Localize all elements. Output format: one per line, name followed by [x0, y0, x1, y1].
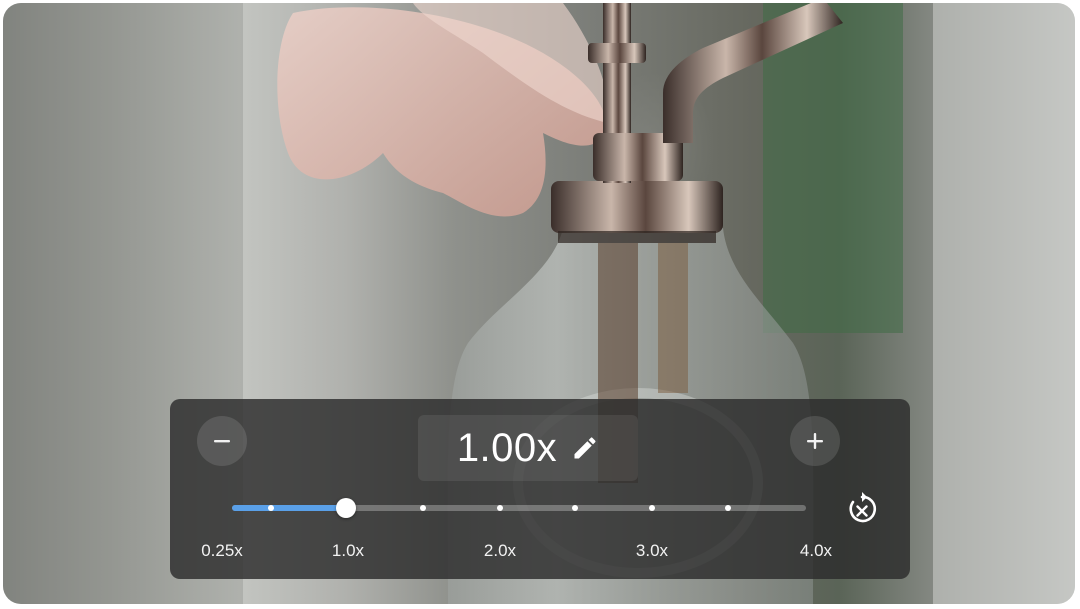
speed-slider-tick [497, 505, 503, 511]
playback-speed-panel: 1.00x 0.25x 1.0x 2.0x 3.0x 4.0x [170, 399, 910, 579]
speed-value-display[interactable]: 1.00x [418, 415, 638, 481]
scale-label-min: 0.25x [201, 541, 243, 560]
reset-speed-button[interactable] [842, 489, 882, 529]
speed-slider-tick [572, 505, 578, 511]
speed-slider-tick [420, 505, 426, 511]
speed-slider-tick [725, 505, 731, 511]
speed-slider-fill [232, 505, 346, 511]
speed-slider-tick [268, 505, 274, 511]
scale-label-1x: 1.0x [331, 541, 365, 560]
plus-icon [807, 433, 823, 449]
pencil-icon[interactable] [571, 434, 599, 462]
reset-speed-icon [849, 492, 877, 523]
speed-value-text: 1.00x [456, 425, 558, 470]
minus-icon [214, 440, 230, 443]
scale-label-max: 4.0x [799, 541, 833, 560]
scale-label-3x: 3.0x [635, 541, 669, 560]
scale-label-2x: 2.0x [483, 541, 517, 560]
speed-slider-tick [649, 505, 655, 511]
speed-slider-thumb[interactable] [336, 498, 356, 518]
speed-slider[interactable] [232, 498, 806, 518]
increase-speed-button[interactable] [790, 416, 840, 466]
decrease-speed-button[interactable] [197, 416, 247, 466]
